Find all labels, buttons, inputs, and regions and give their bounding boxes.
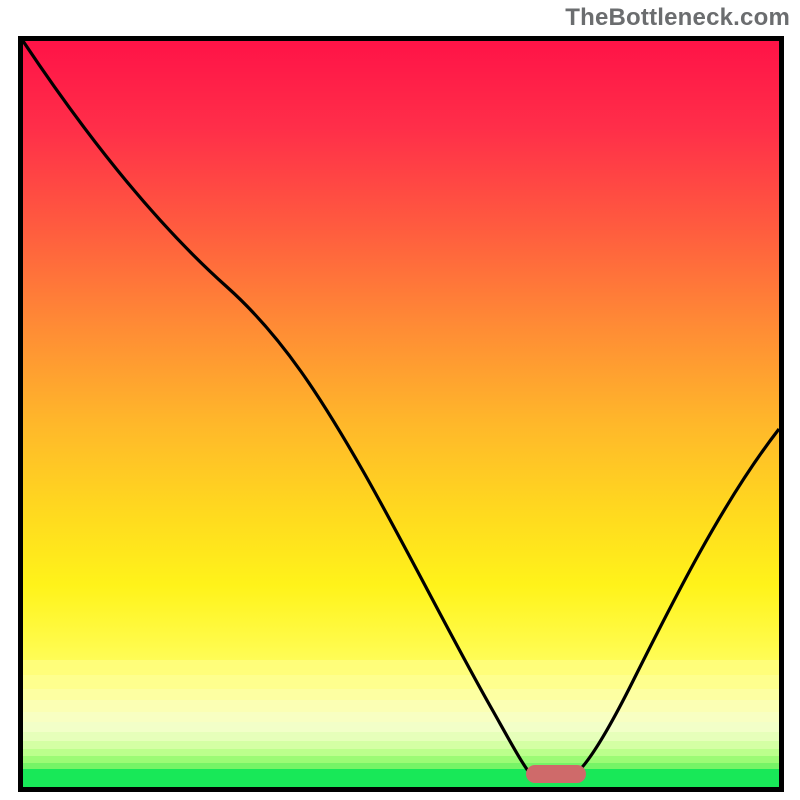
watermark-text: TheBottleneck.com [565, 4, 790, 32]
optimal-marker [526, 765, 586, 783]
curve-path [23, 41, 779, 777]
plot-area [18, 36, 784, 792]
chart-stage: TheBottleneck.com [0, 0, 800, 800]
bottleneck-curve [23, 41, 779, 787]
